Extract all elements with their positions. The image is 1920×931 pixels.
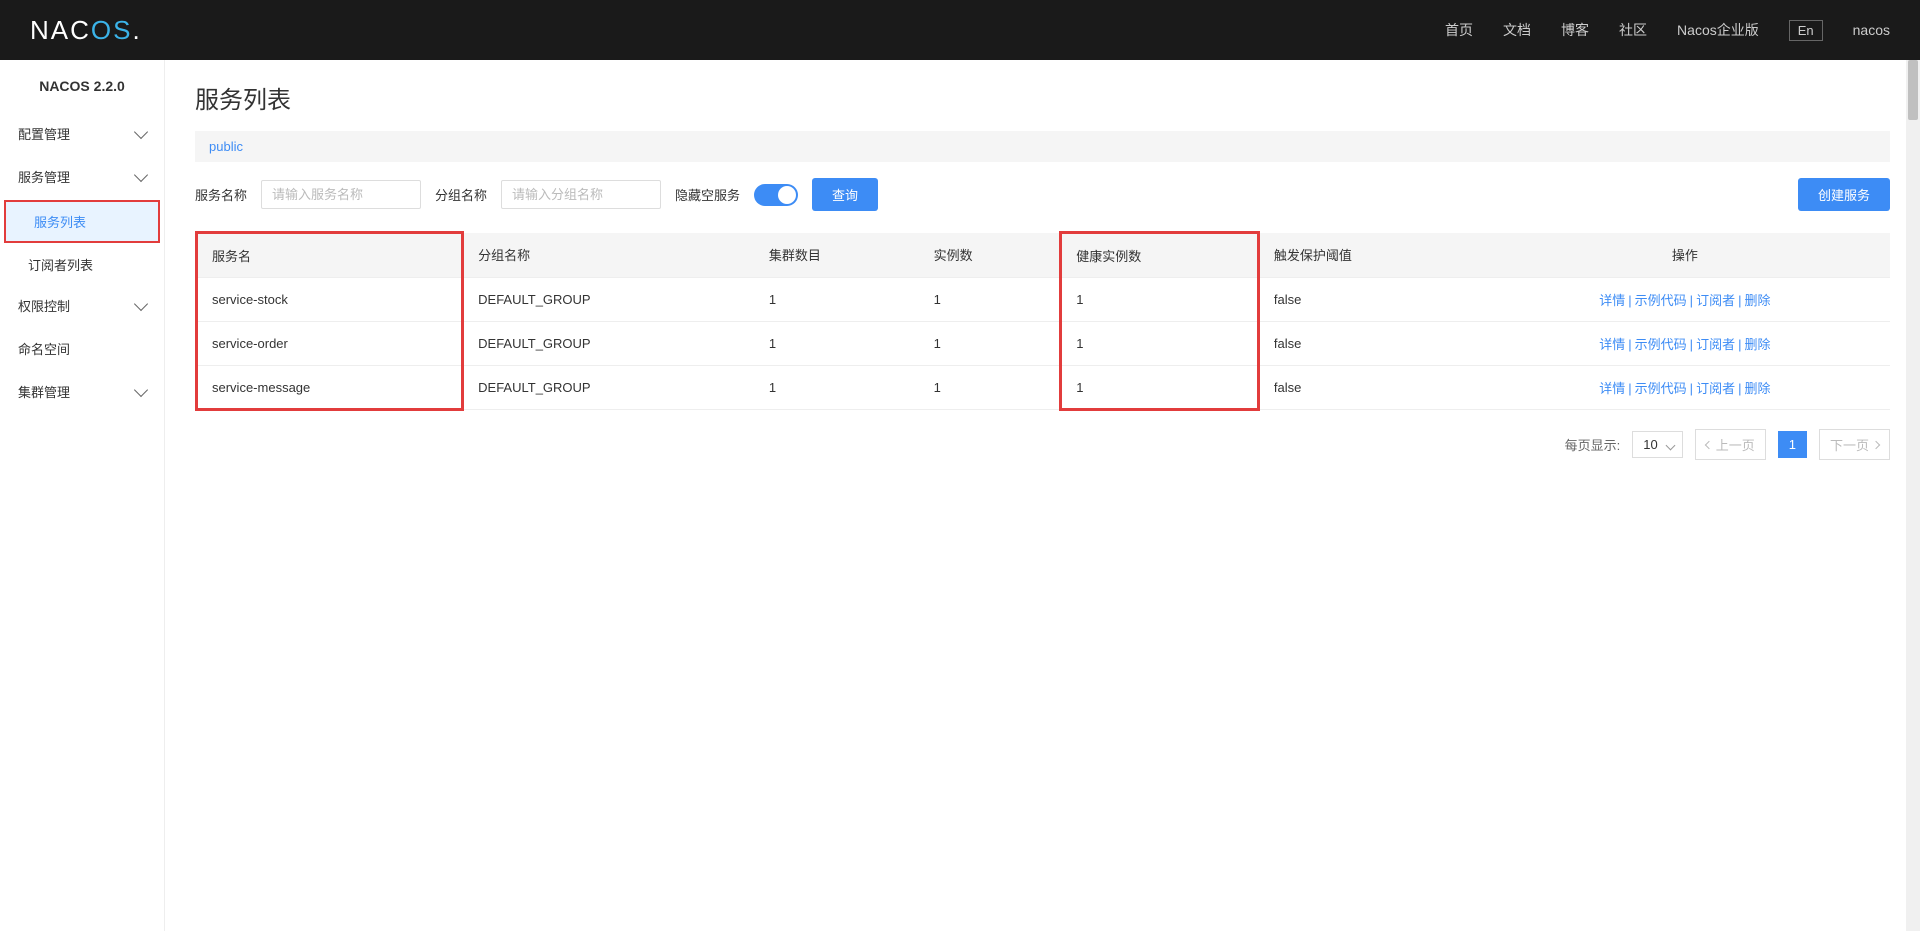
- action-detail[interactable]: 详情: [1599, 337, 1625, 352]
- vertical-scrollbar[interactable]: [1906, 60, 1920, 931]
- nav-community[interactable]: 社区: [1619, 20, 1647, 40]
- nav-enterprise[interactable]: Nacos企业版: [1677, 20, 1759, 40]
- arrow-left-icon: [1704, 440, 1712, 448]
- cell-healthy: 1: [1061, 322, 1259, 366]
- action-delete[interactable]: 删除: [1744, 293, 1770, 308]
- language-toggle[interactable]: En: [1789, 20, 1823, 41]
- create-service-button[interactable]: 创建服务: [1798, 178, 1890, 211]
- sidebar-item-cluster[interactable]: 集群管理: [0, 370, 164, 413]
- cell-group: DEFAULT_GROUP: [463, 278, 755, 322]
- cell-service-name: service-message: [197, 366, 463, 410]
- page-number-1[interactable]: 1: [1778, 431, 1807, 458]
- chevron-down-icon: [134, 382, 148, 396]
- cell-healthy: 1: [1061, 278, 1259, 322]
- content: 服务列表 public 服务名称 分组名称 隐藏空服务 查询 创建服务 服务名: [165, 60, 1920, 931]
- sidebar-item-label: 命名空间: [18, 339, 70, 358]
- action-sample-code[interactable]: 示例代码: [1635, 337, 1687, 352]
- header-nav: 首页 文档 博客 社区 Nacos企业版 En nacos: [1445, 20, 1890, 41]
- pagination: 每页显示: 10 上一页 1 下一页: [195, 429, 1890, 460]
- cell-actions: 详情|示例代码|订阅者|删除: [1480, 322, 1890, 366]
- sidebar-item-label: 服务管理: [18, 167, 70, 186]
- action-sample-code[interactable]: 示例代码: [1635, 293, 1687, 308]
- cell-instances: 1: [920, 278, 1061, 322]
- table-row: service-stockDEFAULT_GROUP111false详情|示例代…: [197, 278, 1891, 322]
- col-clusters: 集群数目: [755, 233, 920, 278]
- service-table: 服务名 分组名称 集群数目 实例数 健康实例数 触发保护阈值 操作 servic…: [195, 231, 1890, 411]
- cell-clusters: 1: [755, 322, 920, 366]
- table-row: service-messageDEFAULT_GROUP111false详情|示…: [197, 366, 1891, 410]
- sidebar-item-label: 权限控制: [18, 296, 70, 315]
- sidebar-item-label: 配置管理: [18, 124, 70, 143]
- page-size-select[interactable]: 10: [1632, 431, 1682, 458]
- sidebar-version: NACOS 2.2.0: [0, 78, 164, 112]
- sidebar-subitem-subscribers[interactable]: 订阅者列表: [0, 245, 164, 284]
- page-title: 服务列表: [195, 80, 1890, 115]
- action-delete[interactable]: 删除: [1744, 381, 1770, 396]
- sidebar-item-label: 集群管理: [18, 382, 70, 401]
- prev-page-button[interactable]: 上一页: [1695, 429, 1766, 460]
- main-layout: NACOS 2.2.0 配置管理 服务管理 服务列表 订阅者列表 权限控制 命名…: [0, 60, 1920, 931]
- col-actions: 操作: [1480, 233, 1890, 278]
- action-subscribers[interactable]: 订阅者: [1696, 337, 1735, 352]
- namespace-public[interactable]: public: [209, 139, 243, 154]
- logo-text: NACOS.: [30, 15, 142, 46]
- service-name-input[interactable]: [261, 180, 421, 209]
- cell-clusters: 1: [755, 278, 920, 322]
- action-delete[interactable]: 删除: [1744, 337, 1770, 352]
- hide-empty-label: 隐藏空服务: [675, 185, 740, 204]
- sidebar-item-namespace[interactable]: 命名空间: [0, 327, 164, 370]
- cell-instances: 1: [920, 322, 1061, 366]
- search-row: 服务名称 分组名称 隐藏空服务 查询 创建服务: [195, 178, 1890, 211]
- sidebar-item-auth[interactable]: 权限控制: [0, 284, 164, 327]
- cell-actions: 详情|示例代码|订阅者|删除: [1480, 278, 1890, 322]
- table-row: service-orderDEFAULT_GROUP111false详情|示例代…: [197, 322, 1891, 366]
- col-instances: 实例数: [920, 233, 1061, 278]
- cell-clusters: 1: [755, 366, 920, 410]
- next-page-button[interactable]: 下一页: [1819, 429, 1890, 460]
- nav-docs[interactable]: 文档: [1503, 20, 1531, 40]
- service-name-label: 服务名称: [195, 185, 247, 204]
- cell-threshold: false: [1258, 366, 1479, 410]
- chevron-down-icon: [134, 296, 148, 310]
- action-subscribers[interactable]: 订阅者: [1696, 381, 1735, 396]
- cell-threshold: false: [1258, 278, 1479, 322]
- col-service-name: 服务名: [197, 233, 463, 278]
- chevron-down-icon: [134, 124, 148, 138]
- action-sample-code[interactable]: 示例代码: [1635, 381, 1687, 396]
- query-button[interactable]: 查询: [812, 178, 878, 211]
- col-threshold: 触发保护阈值: [1258, 233, 1479, 278]
- page-size-label: 每页显示:: [1565, 435, 1621, 454]
- cell-instances: 1: [920, 366, 1061, 410]
- col-healthy: 健康实例数: [1061, 233, 1259, 278]
- col-group: 分组名称: [463, 233, 755, 278]
- logo[interactable]: NACOS.: [30, 15, 142, 46]
- sidebar: NACOS 2.2.0 配置管理 服务管理 服务列表 订阅者列表 权限控制 命名…: [0, 60, 165, 931]
- sidebar-item-config[interactable]: 配置管理: [0, 112, 164, 155]
- arrow-right-icon: [1872, 440, 1880, 448]
- nav-home[interactable]: 首页: [1445, 20, 1473, 40]
- table-header-row: 服务名 分组名称 集群数目 实例数 健康实例数 触发保护阈值 操作: [197, 233, 1891, 278]
- sidebar-item-service[interactable]: 服务管理: [0, 155, 164, 198]
- cell-group: DEFAULT_GROUP: [463, 322, 755, 366]
- action-detail[interactable]: 详情: [1599, 381, 1625, 396]
- scrollbar-thumb[interactable]: [1908, 60, 1918, 120]
- group-name-input[interactable]: [501, 180, 661, 209]
- namespace-bar: public: [195, 131, 1890, 162]
- action-subscribers[interactable]: 订阅者: [1696, 293, 1735, 308]
- cell-healthy: 1: [1061, 366, 1259, 410]
- hide-empty-toggle[interactable]: [754, 184, 798, 206]
- cell-service-name: service-order: [197, 322, 463, 366]
- cell-group: DEFAULT_GROUP: [463, 366, 755, 410]
- group-name-label: 分组名称: [435, 185, 487, 204]
- sidebar-subitem-service-list[interactable]: 服务列表: [4, 200, 160, 243]
- nav-blog[interactable]: 博客: [1561, 20, 1589, 40]
- user-name[interactable]: nacos: [1853, 22, 1890, 38]
- cell-service-name: service-stock: [197, 278, 463, 322]
- app-header: NACOS. 首页 文档 博客 社区 Nacos企业版 En nacos: [0, 0, 1920, 60]
- chevron-down-icon: [134, 167, 148, 181]
- cell-actions: 详情|示例代码|订阅者|删除: [1480, 366, 1890, 410]
- cell-threshold: false: [1258, 322, 1479, 366]
- action-detail[interactable]: 详情: [1599, 293, 1625, 308]
